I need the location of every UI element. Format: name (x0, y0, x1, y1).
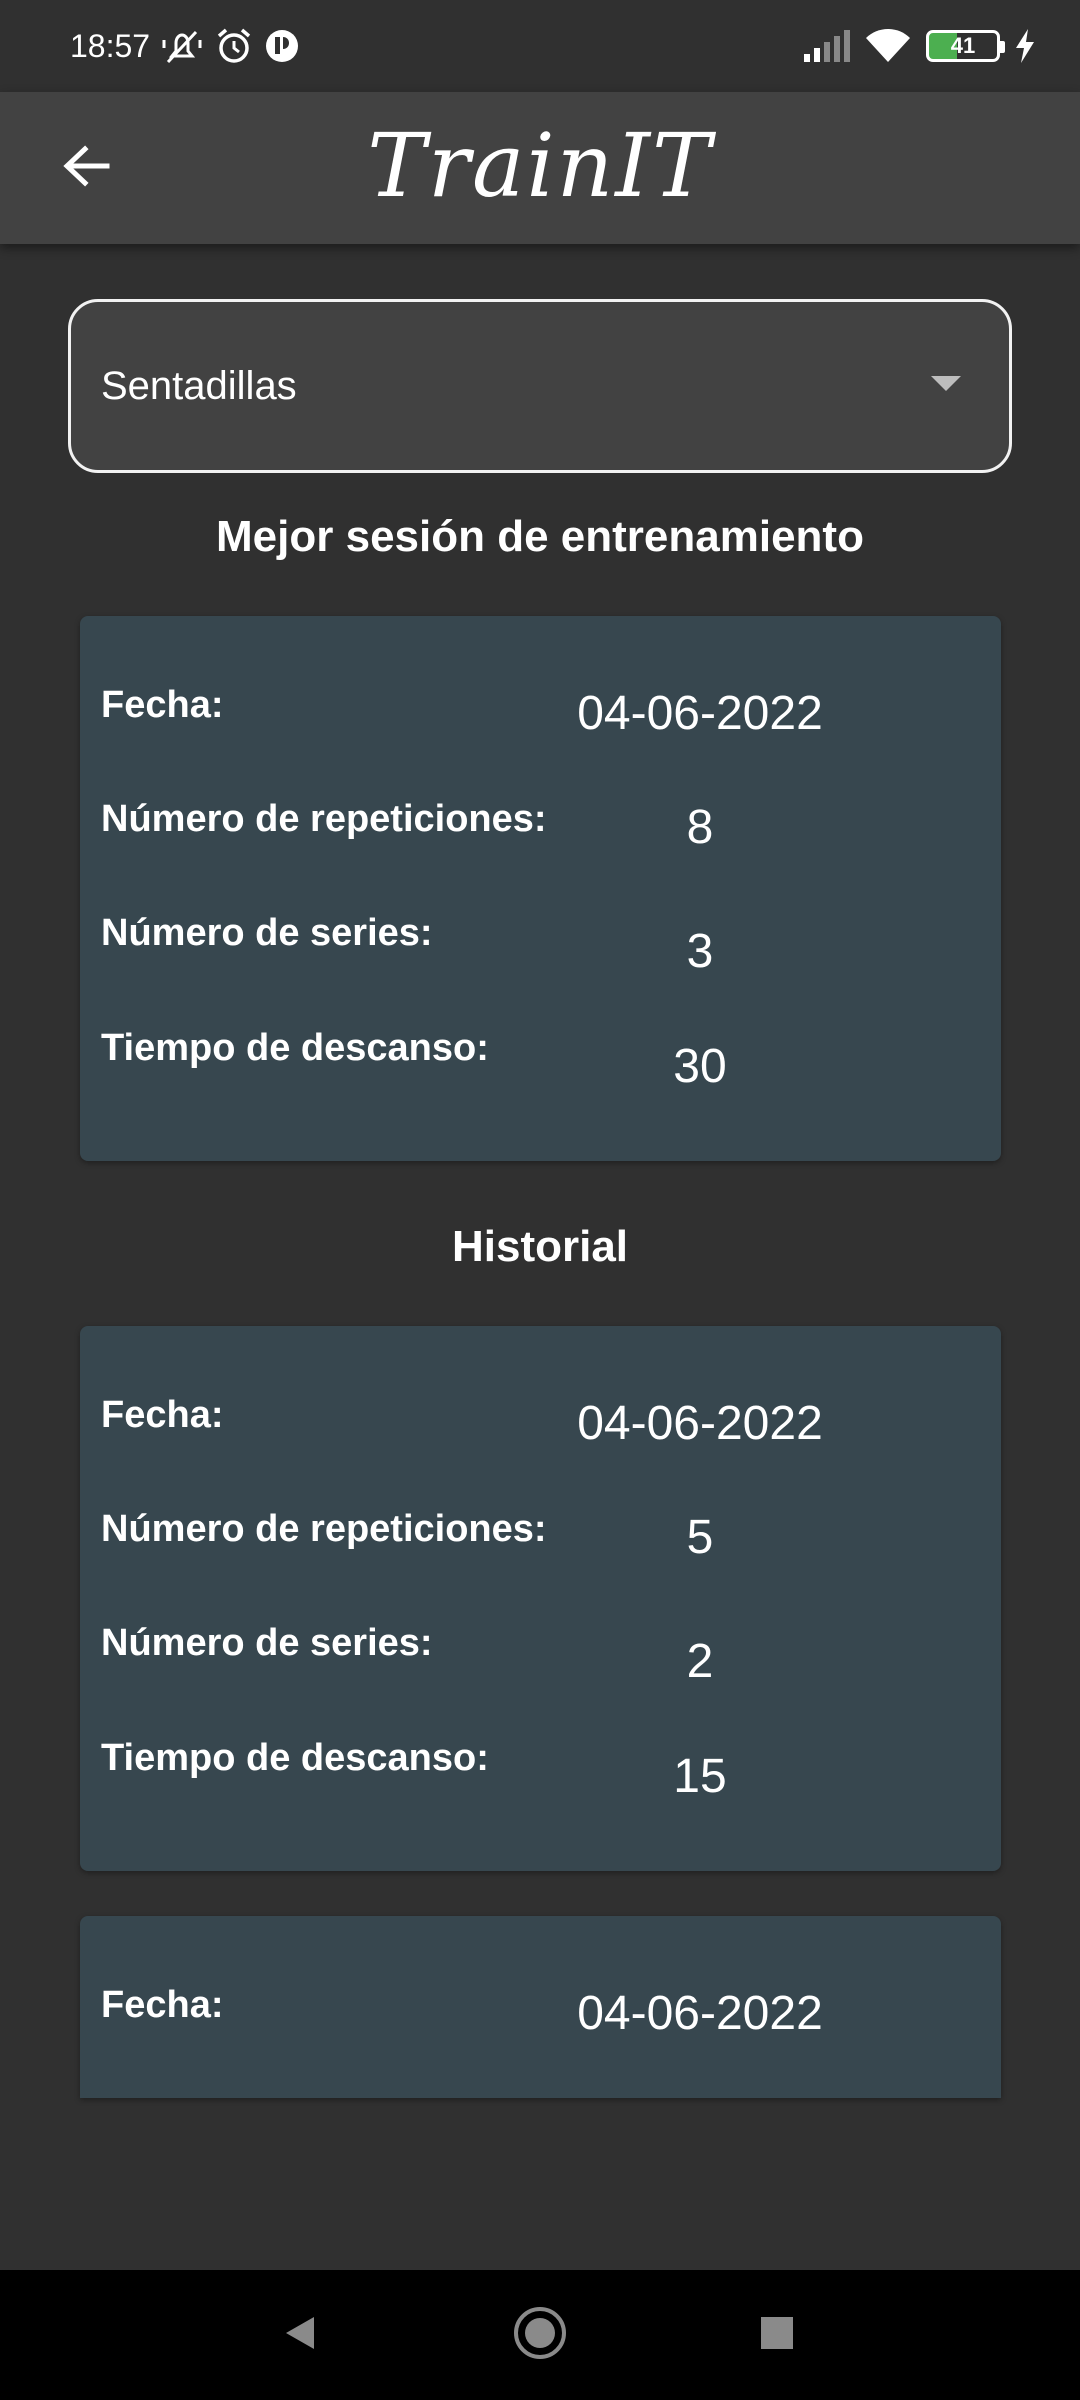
alarm-icon (214, 26, 254, 66)
battery-icon: 41 (926, 30, 1005, 62)
rest-value: 15 (673, 1750, 727, 1803)
series-label: Número de series: (101, 1622, 433, 1664)
rest-label: Tiempo de descanso: (101, 1737, 489, 1779)
reps-label: Número de repeticiones: (101, 798, 547, 840)
rest-label: Tiempo de descanso: (101, 1027, 489, 1069)
nav-recents-button[interactable] (742, 2300, 812, 2370)
rest-value: 30 (673, 1040, 727, 1093)
series-row: Número de series: 2 (80, 1622, 1001, 1692)
date-label: Fecha: (101, 1394, 224, 1436)
status-left: 18:57 (70, 26, 300, 66)
history-card: Fecha: 04-06-2022 Número de repeticiones… (80, 1326, 1001, 1871)
nav-home-button[interactable] (505, 2300, 575, 2370)
reps-value: 8 (686, 801, 714, 854)
rest-row: Tiempo de descanso: 30 (80, 1027, 1001, 1097)
dropdown-arrow-icon (931, 375, 961, 397)
reps-row: Número de repeticiones: 5 (80, 1508, 1001, 1578)
best-session-card: Fecha: 04-06-2022 Número de repeticiones… (80, 616, 1001, 1161)
date-value: 04-06-2022 (577, 1397, 823, 1450)
series-label: Número de series: (101, 912, 433, 954)
status-bar: 18:57 41 (0, 0, 1080, 92)
series-value: 2 (686, 1635, 714, 1688)
status-time: 18:57 (70, 27, 151, 64)
reps-value: 5 (686, 1511, 714, 1564)
reps-label: Número de repeticiones: (101, 1508, 547, 1550)
app-title: TrainIT (367, 114, 713, 217)
history-heading: Historial (451, 1222, 629, 1271)
date-value: 04-06-2022 (577, 1987, 823, 2040)
status-right: 41 (802, 28, 1036, 64)
date-label: Fecha: (101, 684, 224, 726)
date-row: Fecha: 04-06-2022 (80, 1984, 1001, 2054)
date-value: 04-06-2022 (577, 687, 823, 740)
best-session-heading: Mejor sesión de entrenamiento (216, 512, 864, 561)
system-nav-bar (0, 2270, 1080, 2400)
date-label: Fecha: (101, 1984, 224, 2026)
series-row: Número de series: 3 (80, 912, 1001, 982)
signal-icon (802, 30, 850, 62)
date-row: Fecha: 04-06-2022 (80, 684, 1001, 754)
nav-home-icon (512, 2305, 568, 2366)
nav-back-button[interactable] (265, 2300, 335, 2370)
wifi-icon (864, 28, 912, 64)
silent-icon (160, 26, 204, 66)
exercise-dropdown[interactable]: Sentadillas (68, 299, 1012, 473)
app-notification-icon (264, 28, 300, 64)
date-row: Fecha: 04-06-2022 (80, 1394, 1001, 1464)
history-card: Fecha: 04-06-2022 (80, 1916, 1001, 2098)
exercise-selected-value: Sentadillas (101, 363, 297, 408)
app-bar: TrainIT (0, 92, 1080, 244)
reps-row: Número de repeticiones: 8 (80, 798, 1001, 868)
rest-row: Tiempo de descanso: 15 (80, 1737, 1001, 1807)
nav-back-icon (280, 2313, 320, 2358)
series-value: 3 (686, 925, 714, 978)
battery-level: 41 (950, 33, 976, 58)
charging-icon (1014, 29, 1036, 63)
nav-recents-icon (759, 2315, 795, 2356)
